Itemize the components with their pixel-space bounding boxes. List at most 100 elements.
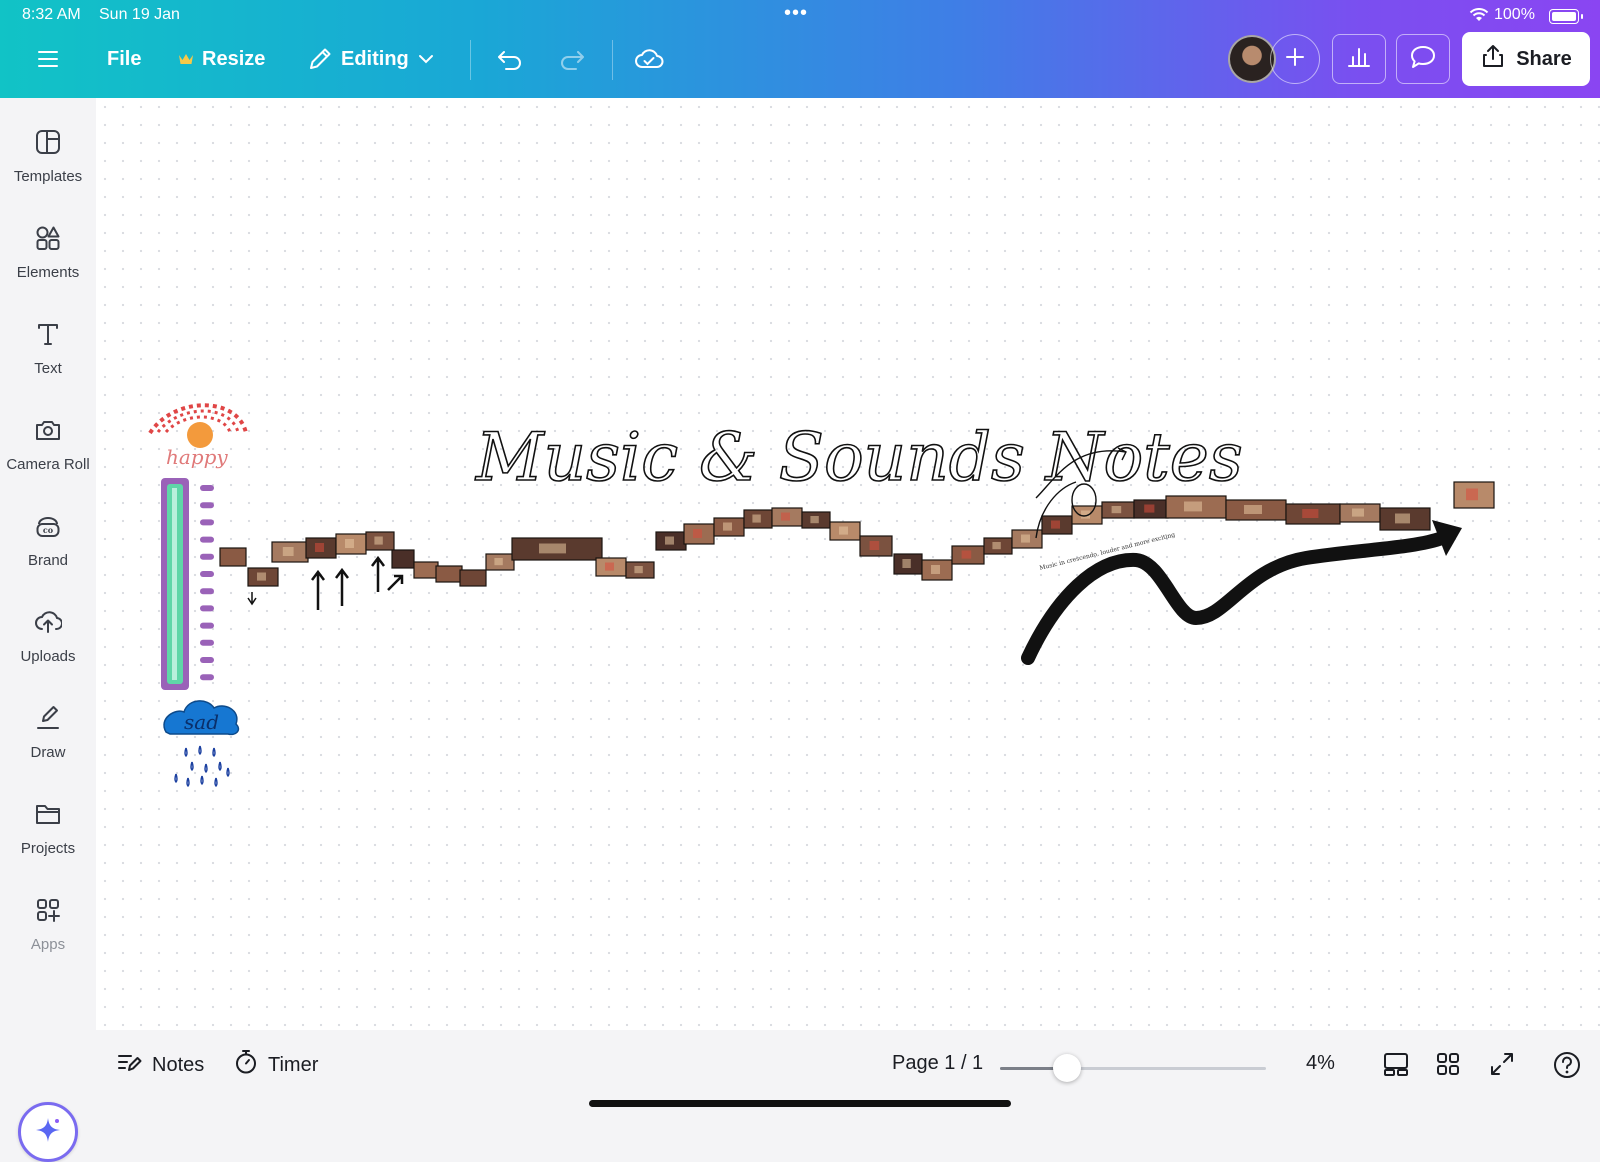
sidebar-item-apps[interactable]: Apps: [0, 896, 96, 953]
cloud-check-icon: [634, 47, 664, 71]
sad-label: sad: [184, 710, 219, 734]
notes-label: Notes: [152, 1053, 205, 1076]
meter-tick: [200, 519, 214, 526]
design-canvas[interactable]: happy sad Music & Sounds Notes Music in …: [96, 98, 1600, 1030]
meter-tick: [200, 553, 214, 560]
zoom-slider-thumb[interactable]: [1052, 1054, 1081, 1082]
comment-icon: [1409, 44, 1437, 75]
sparkle-icon: [33, 1115, 63, 1150]
menu-button[interactable]: [36, 42, 60, 76]
frame-detail: [1144, 504, 1155, 513]
cloud-save-status-button[interactable]: [634, 42, 664, 76]
frame-detail: [961, 550, 972, 559]
sidebar-item-label: Elements: [16, 264, 80, 281]
magic-assistant-button[interactable]: [18, 1102, 78, 1162]
insights-button[interactable]: [1332, 34, 1386, 84]
editing-mode-dropdown[interactable]: Editing: [307, 42, 435, 76]
comments-button[interactable]: [1396, 34, 1450, 84]
sidebar-item-text[interactable]: Text: [0, 320, 96, 377]
undo-button[interactable]: [496, 42, 524, 76]
notes-button[interactable]: Notes: [116, 1050, 204, 1080]
sidebar-item-camera-roll[interactable]: Camera Roll: [0, 416, 96, 473]
frame-detail: [665, 536, 674, 545]
sidebar-item-label: Brand: [27, 552, 69, 569]
sidebar-item-templates[interactable]: Templates: [0, 128, 96, 185]
sidebar-item-label: Camera Roll: [6, 456, 90, 473]
sun-drawing: [148, 403, 248, 448]
frame-detail: [810, 516, 819, 524]
share-button[interactable]: Share: [1462, 32, 1590, 86]
meter-tick: [200, 639, 214, 646]
frame-detail: [1184, 501, 1202, 512]
uploads-icon: [34, 608, 63, 640]
crescendo-arrow: [1021, 520, 1462, 665]
frame-detail: [839, 526, 848, 535]
fullscreen-icon[interactable]: [1488, 1050, 1516, 1083]
left-sidebar: Templates Elements Text Camera Roll co B…: [0, 98, 96, 1162]
sidebar-item-label: Projects: [20, 840, 76, 857]
timer-label: Timer: [268, 1053, 319, 1076]
film-frame[interactable]: [413, 561, 439, 579]
frame-detail: [992, 542, 1001, 550]
file-menu-button[interactable]: File: [107, 42, 141, 76]
film-frame[interactable]: [391, 549, 415, 569]
sidebar-item-label: Apps: [30, 936, 66, 953]
meter-tick: [200, 588, 214, 595]
file-label: File: [107, 47, 142, 70]
status-time: 8:32 AM: [22, 6, 81, 23]
home-indicator: [589, 1100, 1011, 1107]
sidebar-item-elements[interactable]: Elements: [0, 224, 96, 281]
redo-button[interactable]: [558, 42, 586, 76]
meter-tick: [200, 657, 214, 663]
top-toolbar: 8:32 AM Sun 19 Jan ••• 100% File Resize …: [0, 0, 1600, 98]
timer-button[interactable]: Timer: [234, 1050, 318, 1080]
frame-detail: [1352, 508, 1364, 517]
meter-tick: [200, 485, 214, 491]
sidebar-item-label: Templates: [13, 168, 83, 185]
toolbar-divider: [470, 40, 471, 80]
frame-detail: [752, 514, 761, 523]
status-date: Sun 19 Jan: [99, 6, 180, 23]
film-frame[interactable]: [435, 565, 463, 583]
sidebar-item-draw[interactable]: Draw: [0, 704, 96, 761]
editing-label: Editing: [341, 47, 409, 70]
zoom-percent[interactable]: 4%: [1306, 1052, 1335, 1075]
frame-detail: [1244, 505, 1262, 514]
page-indicator[interactable]: Page 1 / 1: [892, 1052, 983, 1075]
sidebar-item-uploads[interactable]: Uploads: [0, 608, 96, 665]
frame-detail: [869, 541, 880, 550]
avatar[interactable]: [1228, 35, 1276, 83]
add-collaborator-button[interactable]: [1270, 34, 1320, 84]
resize-button[interactable]: Resize: [178, 42, 265, 76]
meter-tick: [200, 674, 214, 681]
undo-icon: [496, 47, 524, 71]
templates-icon: [34, 128, 62, 160]
whiteboard-drawing: happy sad Music & Sounds Notes Music in …: [148, 403, 1495, 788]
sidebar-item-label: Text: [34, 360, 62, 377]
frame-detail: [902, 559, 911, 568]
film-frame[interactable]: [459, 569, 487, 587]
film-frame[interactable]: [219, 547, 247, 567]
redo-icon: [558, 47, 586, 71]
frame-detail: [1111, 506, 1122, 514]
hamburger-icon: [36, 49, 60, 69]
chevron-down-icon: [417, 53, 435, 65]
frame-detail: [1395, 513, 1410, 524]
elements-icon: [34, 224, 62, 256]
frame-detail: [1466, 488, 1478, 501]
happy-label: happy: [166, 445, 228, 469]
page-view-icon[interactable]: [1382, 1050, 1410, 1083]
zoom-slider[interactable]: [1000, 1054, 1266, 1082]
frame-detail: [1021, 534, 1030, 543]
multitasking-dots[interactable]: •••: [784, 2, 808, 25]
sidebar-item-label: Draw: [30, 744, 66, 761]
sidebar-item-projects[interactable]: Projects: [0, 800, 96, 857]
grid-view-icon[interactable]: [1434, 1050, 1462, 1083]
stopwatch-icon: [234, 1049, 258, 1081]
battery-percent: 100%: [1494, 6, 1535, 23]
pencil-icon: [307, 46, 333, 72]
frame-detail: [374, 536, 383, 545]
help-icon[interactable]: [1552, 1050, 1582, 1085]
film-strip: [219, 481, 1495, 587]
sidebar-item-brand[interactable]: co Brand: [0, 512, 96, 569]
